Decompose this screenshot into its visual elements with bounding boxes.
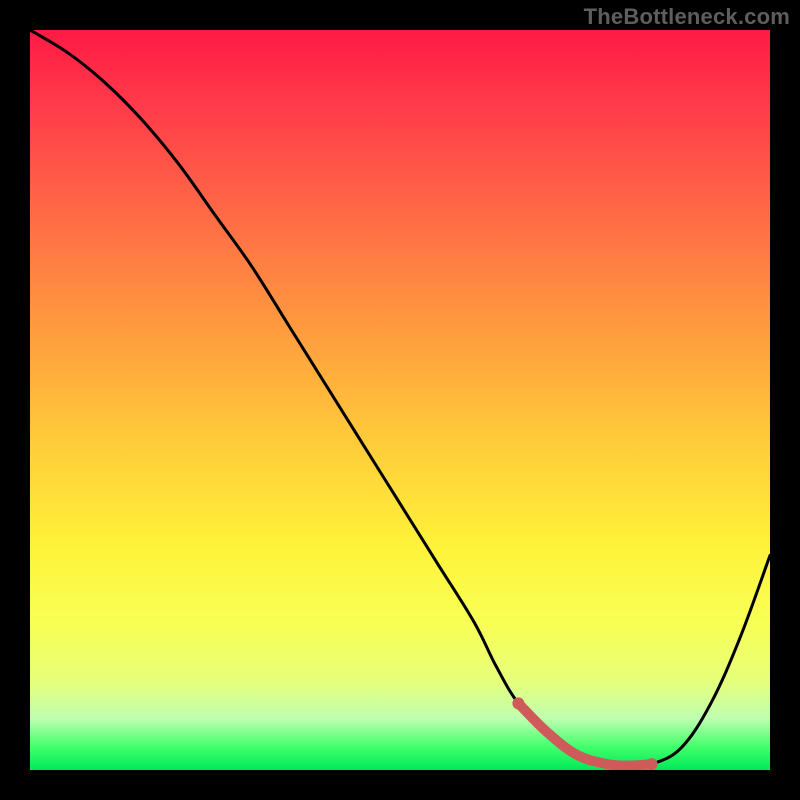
chart-frame: TheBottleneck.com [0,0,800,800]
optimal-range-dot [512,697,524,709]
plot-area [30,30,770,770]
optimal-range-segment [518,703,651,765]
curve-svg [30,30,770,770]
optimal-range-dot [646,758,658,770]
watermark-text: TheBottleneck.com [584,4,790,30]
optimal-range-dots [512,697,657,770]
bottleneck-curve-path [30,30,770,766]
